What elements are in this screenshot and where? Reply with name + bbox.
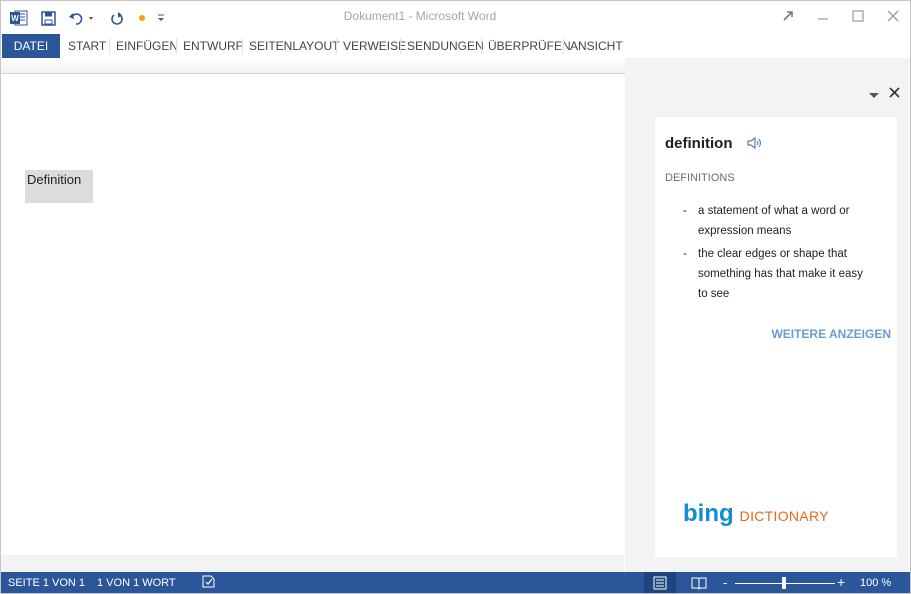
print-layout-view-button[interactable] [644,572,676,593]
restore-arrow-icon[interactable] [777,6,799,26]
page-count[interactable]: SEITE 1 VON 1 [8,577,85,589]
word-window: W Dokument1 - Microsoft Word DATEI START… [0,0,911,594]
dictionary-wordmark: DICTIONARY [739,508,829,524]
tab-entwurf[interactable]: ENTWURF [177,34,249,58]
bing-dictionary-logo: bing DICTIONARY [683,500,829,528]
read-mode-icon[interactable] [691,576,707,593]
pane-options-chevron-down-icon[interactable] [868,87,882,101]
dictionary-task-pane: definition DEFINITIONS - a statement of … [625,58,910,572]
horizontal-scroll-area[interactable] [1,555,624,572]
definitions-header: DEFINITIONS [665,172,735,184]
speaker-icon[interactable] [747,136,763,150]
maximize-icon[interactable] [847,6,869,26]
zoom-slider-thumb[interactable] [782,577,786,589]
zoom-level[interactable]: 100 % [860,577,891,589]
zoom-in-button[interactable]: + [837,574,845,590]
ribbon-tabs: DATEI START EINFÜGEN ENTWURF SEITENLAYOU… [1,34,625,58]
tab-ansicht[interactable]: ANSICHT [564,34,629,58]
tab-datei[interactable]: DATEI [2,34,60,58]
bing-wordmark: bing [683,500,734,527]
tab-seitenlayout[interactable]: SEITENLAYOUT [243,34,345,58]
zoom-out-button[interactable]: - [723,575,727,590]
tab-start[interactable]: START [62,34,112,58]
tab-einfuegen[interactable]: EINFÜGEN [110,34,184,58]
definition-bullet: - [683,205,687,217]
minimize-icon[interactable] [812,6,834,26]
pane-close-icon[interactable] [887,85,901,101]
title-bar: W Dokument1 - Microsoft Word [1,1,910,33]
collapsed-ribbon [1,58,625,74]
status-bar: SEITE 1 VON 1 1 VON 1 WORT - + 100 % [1,572,910,593]
show-more-link[interactable]: WEITERE ANZEIGEN [771,327,891,341]
proofing-icon[interactable] [202,575,218,592]
tab-sendungen[interactable]: SENDUNGEN [401,34,490,58]
word-count[interactable]: 1 VON 1 WORT [97,577,176,589]
document-canvas[interactable]: Definition [1,74,624,555]
definition-item: the clear edges or shape that something … [698,248,863,300]
dictionary-word: definition [665,135,733,152]
window-title: Dokument1 - Microsoft Word [343,9,497,23]
close-icon[interactable] [882,6,904,26]
definition-item: a statement of what a word or expression… [698,205,850,237]
definition-bullet: - [683,248,687,260]
dictionary-card: definition DEFINITIONS - a statement of … [655,117,897,557]
selected-text[interactable]: Definition [25,170,93,203]
